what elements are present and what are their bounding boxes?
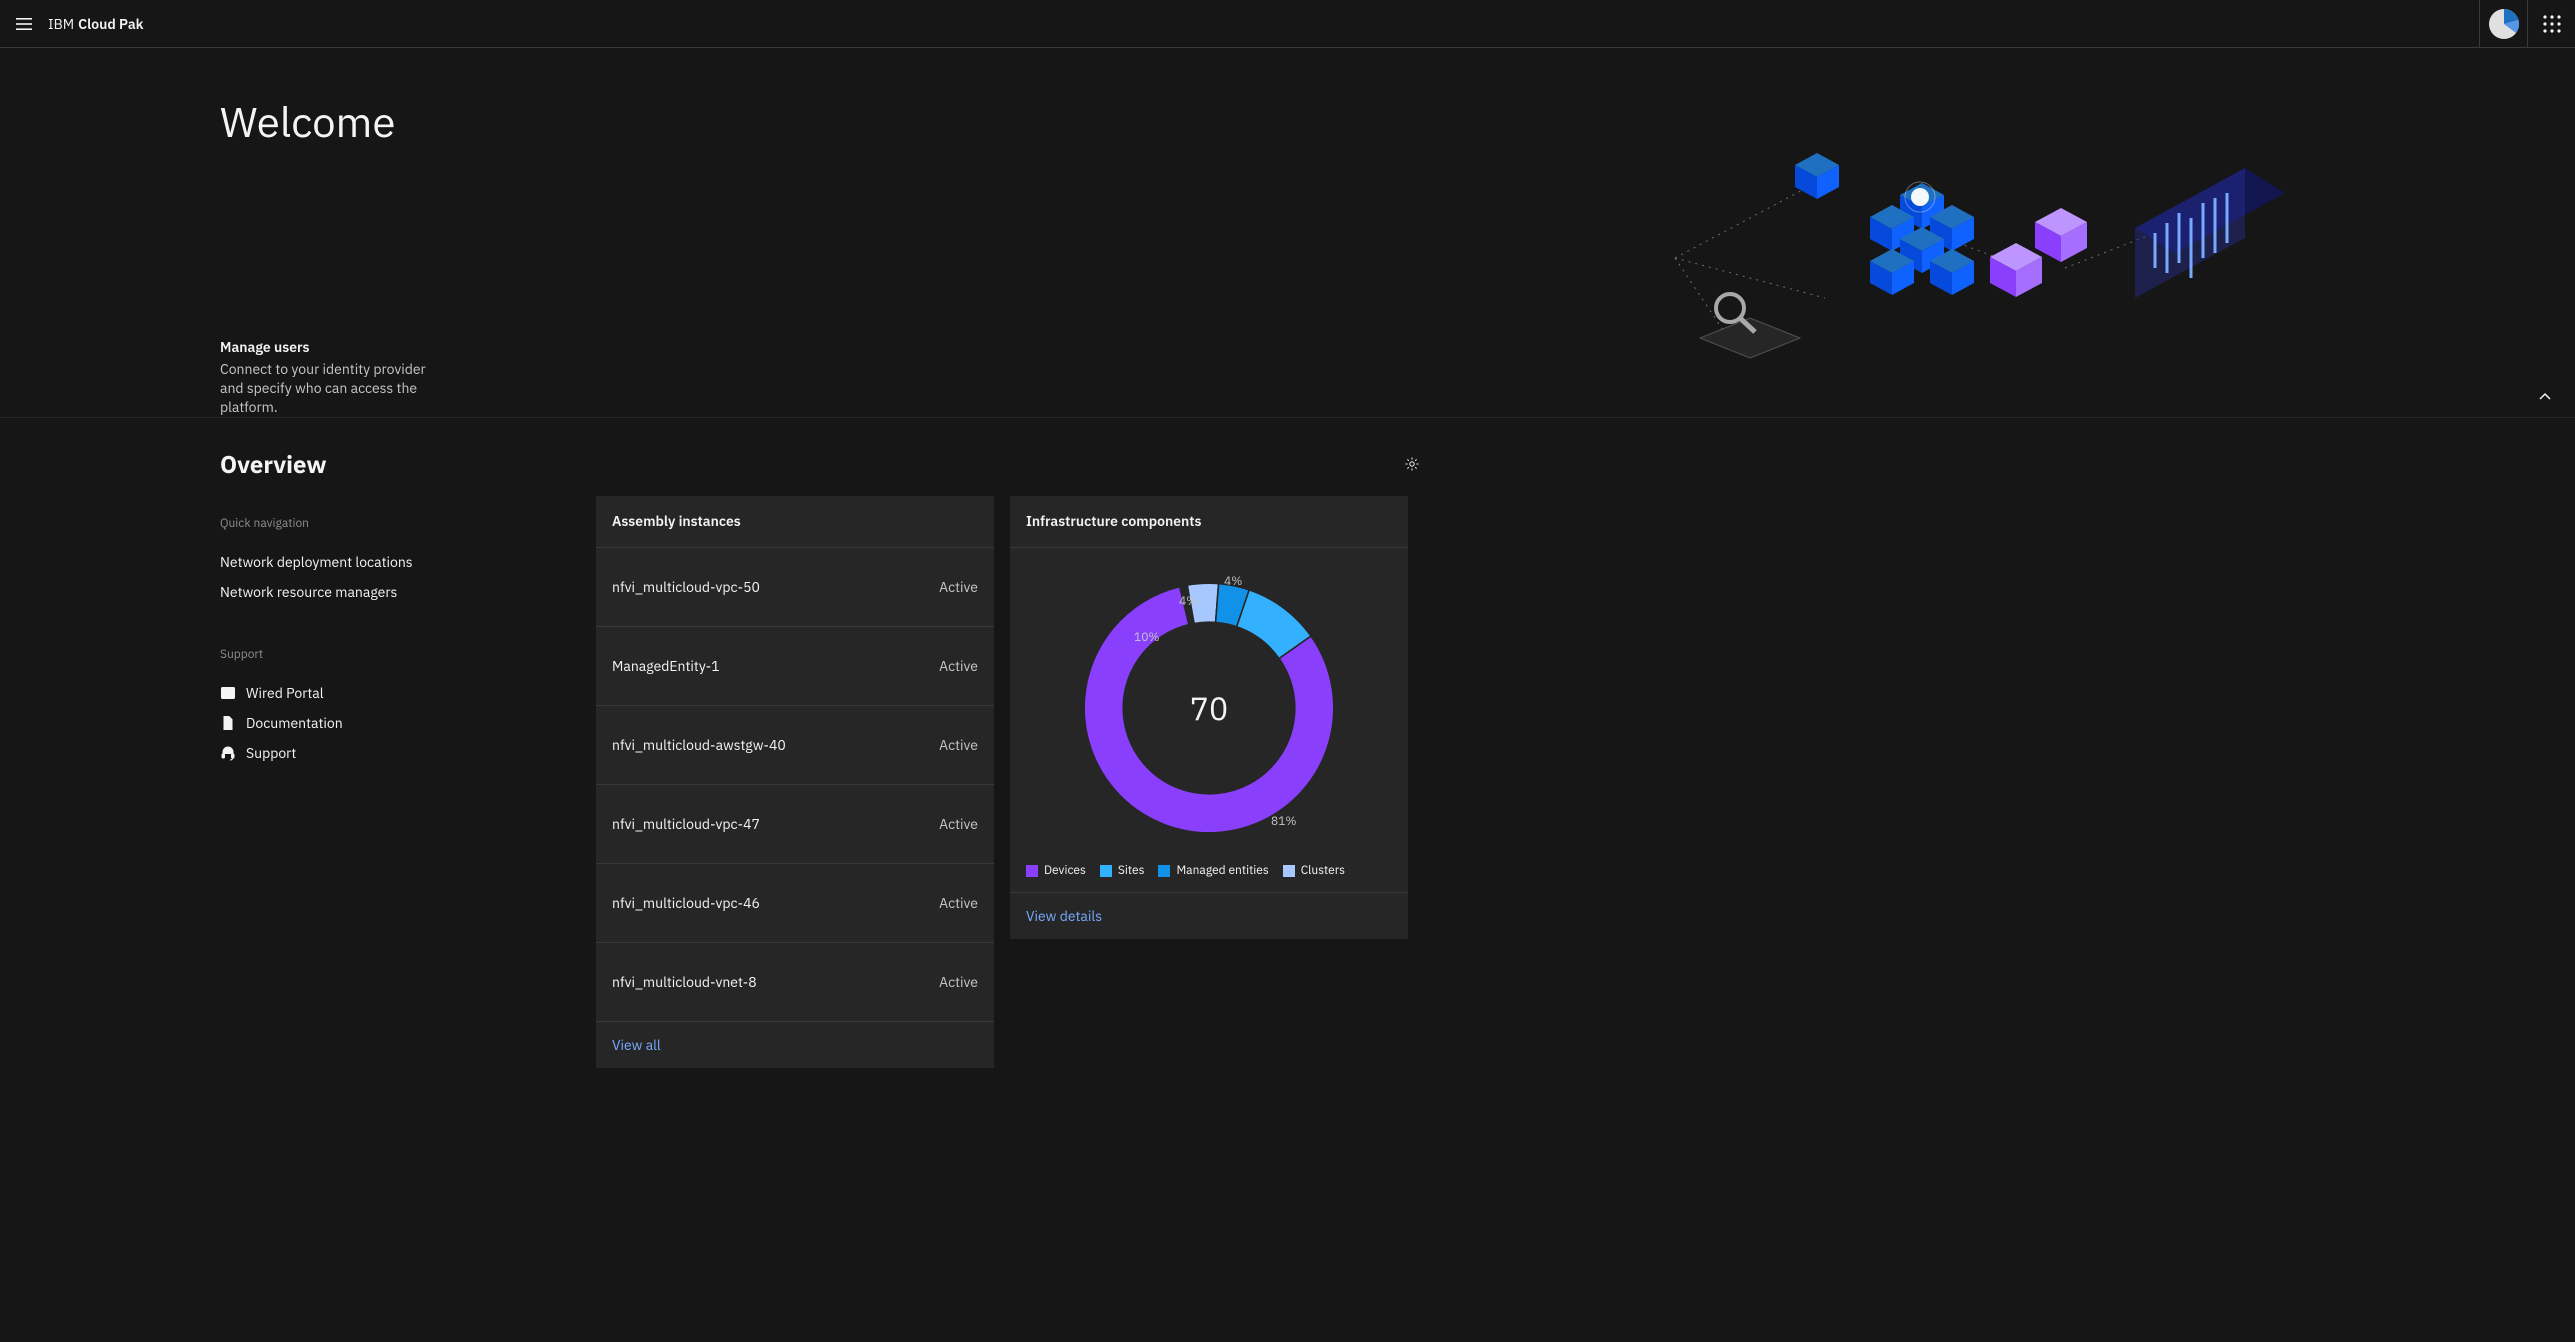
chart-label-sites: 10% bbox=[1134, 630, 1160, 645]
support-link-label: Support bbox=[246, 744, 296, 762]
assembly-instance-row[interactable]: nfvi_multicloud-vpc-50 Active bbox=[596, 547, 994, 626]
instance-status: Active bbox=[939, 973, 978, 991]
gear-icon bbox=[1404, 456, 1420, 472]
instance-name: nfvi_multicloud-vpc-46 bbox=[612, 894, 760, 912]
instance-name: nfvi_multicloud-vpc-50 bbox=[612, 578, 760, 596]
brand-title: IBM Cloud Pak bbox=[48, 15, 144, 33]
legend-label: Devices bbox=[1044, 863, 1086, 878]
quick-nav-label: Quick navigation bbox=[220, 516, 580, 531]
instance-status: Active bbox=[939, 736, 978, 754]
profile-pie-icon bbox=[2488, 8, 2520, 40]
legend-swatch bbox=[1283, 865, 1295, 877]
instance-name: nfvi_multicloud-awstgw-40 bbox=[612, 736, 786, 754]
terminal-icon bbox=[220, 685, 236, 701]
instance-name: nfvi_multicloud-vpc-47 bbox=[612, 815, 760, 833]
legend-swatch bbox=[1158, 865, 1170, 877]
chart-label-clusters: 4% bbox=[1224, 574, 1242, 589]
assembly-instance-row[interactable]: nfvi_multicloud-awstgw-40 Active bbox=[596, 705, 994, 784]
assembly-instance-row[interactable]: nfvi_multicloud-vpc-47 Active bbox=[596, 784, 994, 863]
instance-status: Active bbox=[939, 657, 978, 675]
infra-legend: Devices Sites Managed entities Clusters bbox=[1010, 850, 1408, 892]
legend-label: Clusters bbox=[1301, 863, 1345, 878]
app-switcher-button[interactable] bbox=[2527, 0, 2575, 48]
manage-users-title: Manage users bbox=[220, 338, 460, 356]
quick-nav-column: Quick navigation Network deployment loca… bbox=[220, 496, 580, 768]
assembly-instance-row[interactable]: nfvi_multicloud-vpc-46 Active bbox=[596, 863, 994, 942]
profile-button[interactable] bbox=[2479, 0, 2527, 48]
infra-card-title: Infrastructure components bbox=[1010, 496, 1408, 547]
support-link-support[interactable]: Support bbox=[220, 738, 580, 768]
top-header: IBM Cloud Pak bbox=[0, 0, 2575, 48]
support-group: Support Wired Portal Documentation Suppo… bbox=[220, 647, 580, 768]
assembly-view-all-link[interactable]: View all bbox=[596, 1021, 994, 1068]
collapse-hero-button[interactable] bbox=[2533, 385, 2557, 409]
legend-item: Devices bbox=[1026, 863, 1086, 878]
legend-item: Clusters bbox=[1283, 863, 1345, 878]
settings-button[interactable] bbox=[1396, 448, 1428, 480]
brand-prefix: IBM bbox=[48, 15, 74, 33]
infra-total-value: 70 bbox=[1190, 687, 1228, 729]
legend-swatch bbox=[1100, 865, 1112, 877]
infra-view-details-link[interactable]: View details bbox=[1010, 892, 1408, 939]
header-right bbox=[2479, 0, 2575, 47]
hamburger-menu-button[interactable] bbox=[0, 0, 48, 48]
instance-name: ManagedEntity-1 bbox=[612, 657, 720, 675]
support-link-documentation[interactable]: Documentation bbox=[220, 708, 580, 738]
chart-label-managed: 4% bbox=[1179, 594, 1197, 609]
overview-title: Overview bbox=[220, 448, 327, 480]
legend-swatch bbox=[1026, 865, 1038, 877]
infra-donut-chart: 70 4% 4% 10% 81% bbox=[1079, 578, 1339, 838]
assembly-card-title: Assembly instances bbox=[596, 496, 994, 547]
legend-label: Managed entities bbox=[1176, 863, 1268, 878]
instance-status: Active bbox=[939, 815, 978, 833]
manage-users-description: Connect to your identity provider and sp… bbox=[220, 360, 430, 417]
manage-users-card[interactable]: Manage users Connect to your identity pr… bbox=[220, 338, 460, 418]
instance-name: nfvi_multicloud-vnet-8 bbox=[612, 973, 757, 991]
overview-header: Overview bbox=[220, 448, 1428, 496]
hamburger-icon bbox=[14, 14, 34, 34]
content-row: Quick navigation Network deployment loca… bbox=[0, 496, 2575, 1068]
infra-chart-area: 70 4% 4% 10% 81% bbox=[1010, 547, 1408, 850]
main-content: Overview Quick navigation Network deploy… bbox=[0, 418, 2575, 1128]
header-left: IBM Cloud Pak bbox=[0, 0, 144, 47]
hero-banner: Welcome Manage users Connect to your ide… bbox=[0, 48, 2575, 418]
chevron-up-icon bbox=[2537, 389, 2553, 405]
quicknav-link-resource-managers[interactable]: Network resource managers bbox=[220, 577, 580, 607]
support-link-label: Wired Portal bbox=[246, 684, 324, 702]
support-label: Support bbox=[220, 647, 580, 662]
headset-icon bbox=[220, 745, 236, 761]
infrastructure-components-card: Infrastructure components 70 4% 4% 10% 8… bbox=[1010, 496, 1408, 939]
chart-label-devices: 81% bbox=[1271, 814, 1297, 829]
assembly-instance-row[interactable]: nfvi_multicloud-vnet-8 Active bbox=[596, 942, 994, 1021]
instance-status: Active bbox=[939, 894, 978, 912]
legend-item: Sites bbox=[1100, 863, 1145, 878]
instance-status: Active bbox=[939, 578, 978, 596]
assembly-instances-card: Assembly instances nfvi_multicloud-vpc-5… bbox=[596, 496, 994, 1068]
document-icon bbox=[220, 715, 236, 731]
legend-item: Managed entities bbox=[1158, 863, 1268, 878]
support-link-label: Documentation bbox=[246, 714, 343, 732]
support-link-wired-portal[interactable]: Wired Portal bbox=[220, 678, 580, 708]
app-switcher-icon bbox=[2542, 14, 2562, 34]
quicknav-link-deployment-locations[interactable]: Network deployment locations bbox=[220, 547, 580, 577]
legend-label: Sites bbox=[1118, 863, 1145, 878]
assembly-instance-row[interactable]: ManagedEntity-1 Active bbox=[596, 626, 994, 705]
page-title: Welcome bbox=[220, 96, 2575, 149]
brand-suffix: Cloud Pak bbox=[78, 15, 143, 33]
